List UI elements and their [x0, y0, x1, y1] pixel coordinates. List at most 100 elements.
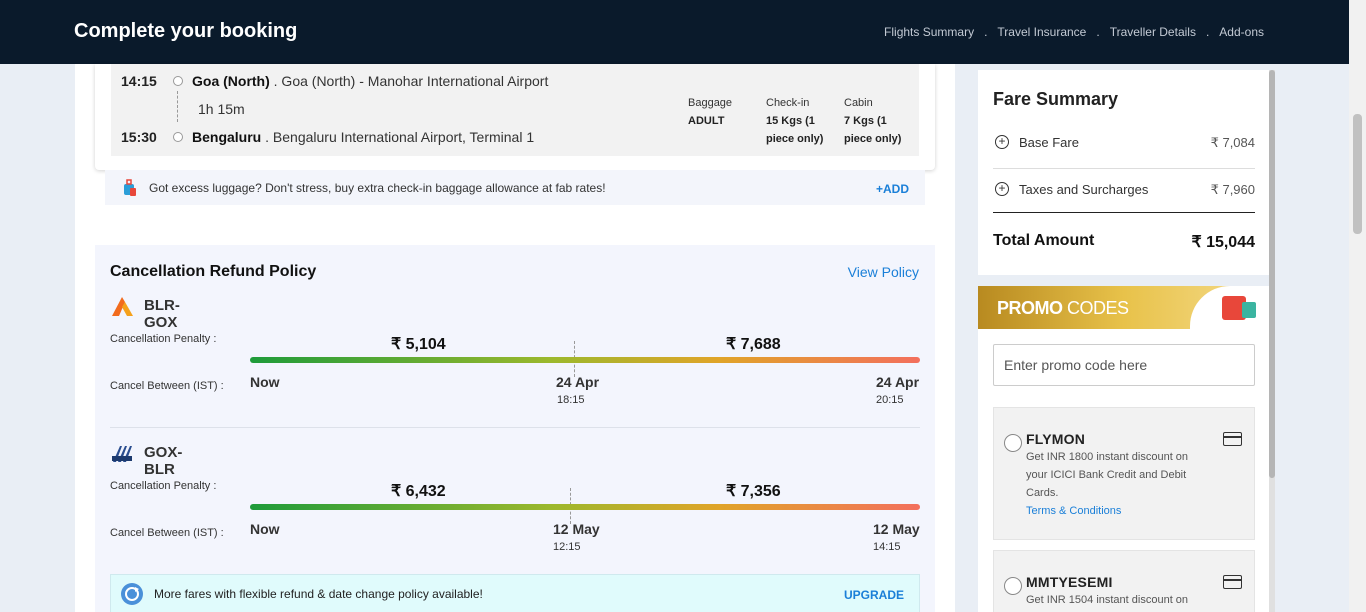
- penalty-price-2: ₹ 7,688: [726, 336, 781, 353]
- promo-offer-flymon[interactable]: FLYMON Get INR 1800 instant discount on …: [993, 407, 1255, 540]
- baggage-label: Baggage: [688, 97, 733, 109]
- luggage-icon: [124, 179, 136, 196]
- promo-code-input[interactable]: [993, 344, 1255, 386]
- expand-plus-icon[interactable]: +: [995, 135, 1009, 149]
- timeline-mid-time: 12:15: [553, 541, 581, 553]
- timeline-start: Now: [250, 521, 280, 537]
- penalty-label: Cancellation Penalty :: [110, 333, 217, 345]
- promo-offer-mmtyesemi[interactable]: MMTYESEMI Get INR 1504 instant discount …: [993, 550, 1255, 612]
- fare-row-taxes[interactable]: + Taxes and Surcharges ₹ 7,960: [993, 169, 1255, 216]
- header-bar: Complete your booking Flights Summary . …: [0, 0, 1366, 64]
- penalty-price-1: ₹ 5,104: [391, 336, 446, 353]
- step-separator: .: [1205, 25, 1210, 39]
- timeline-mid-date: 12 May: [553, 521, 600, 537]
- step-travel-insurance[interactable]: Travel Insurance: [997, 25, 1086, 39]
- step-flights-summary[interactable]: Flights Summary: [884, 25, 974, 39]
- cancellation-policy-section: Cancellation Refund Policy View Policy B…: [95, 245, 935, 612]
- flight-details: 14:15 Goa (North) . Goa (North) - Manoha…: [111, 64, 919, 156]
- step-separator: .: [984, 25, 988, 39]
- airline-logo-icon: [112, 297, 133, 316]
- fare-row-amount: ₹ 7,960: [1210, 182, 1255, 197]
- coupon-icon: [1242, 302, 1256, 318]
- fare-row-label: Taxes and Surcharges: [1019, 182, 1149, 197]
- fare-row-base[interactable]: + Base Fare ₹ 7,084: [993, 122, 1255, 169]
- arrive-dot-icon: [173, 132, 183, 142]
- cabin-value: 7 Kgs (1 piece only): [844, 115, 902, 145]
- route-dashed-line: [177, 91, 178, 122]
- promo-title: PROMO CODES: [997, 298, 1129, 319]
- route-divider: [110, 427, 920, 428]
- total-amount: ₹ 15,044: [1191, 234, 1255, 251]
- checkin-column: Check-in 15 Kgs (1 piece only): [766, 94, 834, 148]
- offer-radio[interactable]: [1004, 577, 1022, 595]
- fare-total: Total Amount ₹ 15,044: [993, 212, 1255, 252]
- add-baggage-button[interactable]: +ADD: [876, 182, 909, 196]
- timeline-end-time: 14:15: [873, 541, 901, 553]
- depart-airport: . Goa (North) - Manohar International Ai…: [273, 73, 549, 89]
- step-traveller-details[interactable]: Traveller Details: [1110, 25, 1196, 39]
- fare-row-label: Base Fare: [1019, 135, 1079, 150]
- penalty-price-2: ₹ 7,356: [726, 483, 781, 500]
- page-scrollbar-thumb[interactable]: [1353, 114, 1362, 234]
- arrive-place: Bengaluru . Bengaluru International Airp…: [192, 129, 534, 145]
- expand-plus-icon[interactable]: +: [995, 182, 1009, 196]
- arrive-time: 15:30: [121, 129, 157, 145]
- offer-code: MMTYESEMI: [1026, 574, 1113, 590]
- offer-description: Get INR 1800 instant discount on your IC…: [1026, 451, 1189, 499]
- checkin-label: Check-in: [766, 97, 810, 109]
- depart-dot-icon: [173, 76, 183, 86]
- offer-radio[interactable]: [1004, 434, 1022, 452]
- checkin-value: 15 Kgs (1 piece only): [766, 115, 824, 145]
- flight-card: 14:15 Goa (North) . Goa (North) - Manoha…: [95, 64, 935, 170]
- airline-logo-icon: [112, 446, 132, 462]
- sidebar-scrollbar[interactable]: [1269, 70, 1275, 612]
- excess-luggage-banner: Got excess luggage? Don't stress, buy ex…: [105, 170, 925, 205]
- view-policy-link[interactable]: View Policy: [848, 264, 919, 280]
- total-label: Total Amount: [993, 232, 1095, 249]
- timeline-end-date: 12 May: [873, 521, 920, 537]
- depart-place: Goa (North) . Goa (North) - Manohar Inte…: [192, 73, 548, 89]
- fare-summary-title: Fare Summary: [993, 89, 1119, 109]
- cancel-between-label: Cancel Between (IST) :: [110, 527, 224, 539]
- upgrade-banner: More fares with flexible refund & date c…: [110, 574, 920, 612]
- offer-code: FLYMON: [1026, 431, 1086, 447]
- baggage-value: ADULT: [688, 115, 725, 127]
- arrive-airport: . Bengaluru International Airport, Termi…: [265, 129, 535, 145]
- timeline-mid-time: 18:15: [557, 394, 585, 406]
- luggage-text: Got excess luggage? Don't stress, buy ex…: [149, 181, 606, 195]
- page-scrollbar[interactable]: [1349, 0, 1366, 612]
- cabin-column: Cabin 7 Kgs (1 piece only): [844, 94, 912, 148]
- promo-codes-card: PROMO CODES FLYMON Get INR 1800 instant …: [978, 286, 1270, 612]
- cancellation-title: Cancellation Refund Policy: [110, 263, 317, 280]
- credit-card-icon: [1223, 432, 1242, 446]
- step-separator: .: [1096, 25, 1100, 39]
- cabin-label: Cabin: [844, 97, 873, 109]
- offer-description: Get INR 1504 instant discount on: [1026, 594, 1189, 606]
- step-add-ons[interactable]: Add-ons: [1219, 25, 1264, 39]
- main-content: 14:15 Goa (North) . Goa (North) - Manoha…: [75, 64, 955, 612]
- penalty-label: Cancellation Penalty :: [110, 480, 217, 492]
- fare-row-amount: ₹ 7,084: [1210, 135, 1255, 150]
- timeline-start: Now: [250, 374, 280, 390]
- baggage-column: Baggage ADULT: [688, 94, 758, 130]
- terms-conditions-link[interactable]: Terms & Conditions: [1026, 505, 1121, 517]
- credit-card-icon: [1223, 575, 1242, 589]
- promo-title-rest: CODES: [1062, 298, 1129, 318]
- penalty-gradient-bar: [250, 357, 920, 363]
- upgrade-text: More fares with flexible refund & date c…: [154, 587, 483, 601]
- flight-duration: 1h 15m: [198, 101, 245, 117]
- promo-header: PROMO CODES: [978, 286, 1270, 329]
- route-code: GOX-BLR: [144, 444, 183, 478]
- timeline-end-date: 24 Apr: [876, 374, 920, 390]
- route-code: BLR-GOX: [144, 297, 180, 331]
- cancel-between-label: Cancel Between (IST) :: [110, 380, 224, 392]
- arrive-city: Bengaluru: [192, 129, 262, 145]
- promo-title-bold: PROMO: [997, 298, 1063, 318]
- refresh-icon: [121, 583, 143, 605]
- upgrade-button[interactable]: UPGRADE: [844, 588, 904, 602]
- depart-time: 14:15: [121, 73, 157, 89]
- fare-summary-card: Fare Summary + Base Fare ₹ 7,084 + Taxes…: [978, 70, 1270, 275]
- sidebar-scrollbar-thumb[interactable]: [1269, 70, 1275, 478]
- timeline-mid-date: 24 Apr: [556, 374, 600, 390]
- page-title: Complete your booking: [74, 20, 298, 42]
